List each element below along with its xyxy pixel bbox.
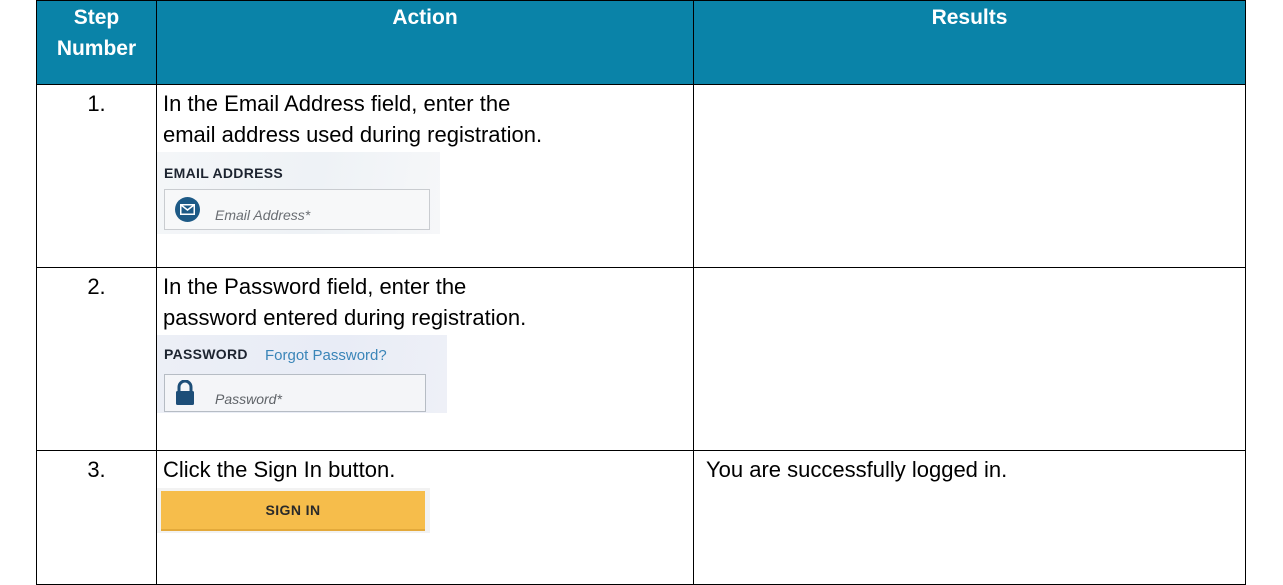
table-row: 1. In the Email Address field, enter the… bbox=[36, 84, 1246, 268]
email-field-screenshot: EMAIL ADDRESS Email Address* bbox=[157, 152, 440, 234]
step-result: You are successfully logged in. bbox=[693, 450, 1246, 585]
password-field-screenshot: PASSWORD Forgot Password? Password* bbox=[157, 335, 447, 413]
envelope-icon bbox=[175, 197, 200, 222]
step-action: Click the Sign In button. SIGN IN bbox=[156, 450, 694, 585]
header-action: Action bbox=[156, 0, 694, 85]
action-text-line: In the Password field, enter the bbox=[163, 274, 467, 299]
signin-button-screenshot: SIGN IN bbox=[157, 488, 430, 533]
password-label: PASSWORD bbox=[164, 346, 248, 362]
password-placeholder: Password* bbox=[215, 391, 282, 407]
step-number: 3. bbox=[36, 450, 157, 585]
table-row: 2. In the Password field, enter the pass… bbox=[36, 267, 1246, 451]
action-text-line: In the Email Address field, enter the bbox=[163, 91, 511, 116]
action-text-line: Click the Sign In button. bbox=[163, 457, 396, 482]
table-header-row: Step Number Action Results bbox=[36, 0, 1246, 85]
header-results: Results bbox=[693, 0, 1246, 85]
step-action: In the Email Address field, enter the em… bbox=[156, 84, 694, 268]
forgot-password-link[interactable]: Forgot Password? bbox=[265, 340, 387, 371]
step-result bbox=[693, 267, 1246, 451]
table-row: 3. Click the Sign In button. SIGN IN You… bbox=[36, 450, 1246, 585]
header-step-line2: Number bbox=[56, 37, 137, 60]
password-field[interactable]: Password* bbox=[164, 374, 426, 412]
email-field[interactable]: Email Address* bbox=[164, 189, 430, 230]
step-result bbox=[693, 84, 1246, 268]
header-step-number: Step Number bbox=[36, 0, 157, 85]
action-text-line: password entered during registration. bbox=[163, 305, 527, 330]
step-action: In the Password field, enter the passwor… bbox=[156, 267, 694, 451]
procedure-table: Step Number Action Results 1. In the Ema… bbox=[36, 0, 1246, 585]
header-step-line1: Step bbox=[73, 6, 120, 29]
email-address-label: EMAIL ADDRESS bbox=[164, 165, 284, 181]
step-number: 2. bbox=[36, 267, 157, 451]
step-number: 1. bbox=[36, 84, 157, 268]
sign-in-button[interactable]: SIGN IN bbox=[161, 491, 425, 531]
email-placeholder: Email Address* bbox=[215, 207, 311, 223]
lock-icon bbox=[175, 379, 195, 414]
action-text-line: email address used during registration. bbox=[163, 122, 543, 147]
